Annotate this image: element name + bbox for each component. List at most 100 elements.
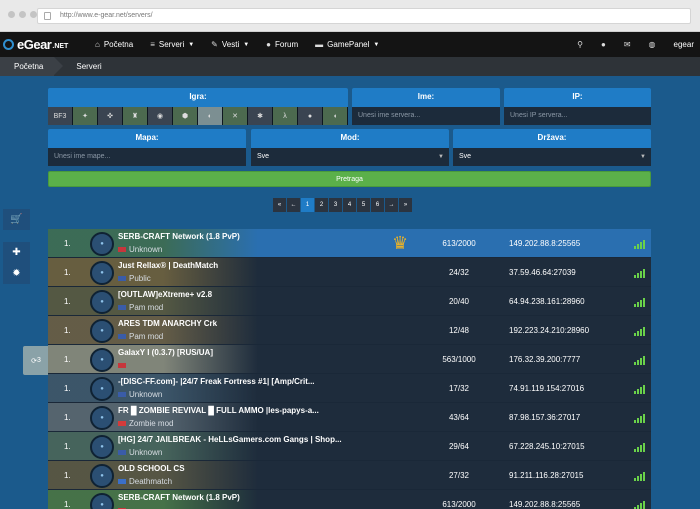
chevron-down-icon: ▼: [188, 41, 195, 48]
server-name[interactable]: Just Rellax® | DeathMatch: [118, 261, 218, 270]
search-button[interactable]: Pretraga: [48, 171, 651, 187]
server-name-input[interactable]: Unesi ime servera...: [352, 107, 500, 125]
server-ip[interactable]: 149.202.88.8:25565: [509, 500, 580, 509]
server-avatar: ●: [90, 319, 114, 343]
server-row[interactable]: 1. ● GalaxY I (0.3.7) [RUS/UA] 563/1000 …: [48, 345, 651, 374]
window-dot-icon[interactable]: [19, 11, 26, 18]
game-bf3-icon[interactable]: BF3: [48, 107, 73, 125]
server-name[interactable]: GalaxY I (0.3.7) [RUS/UA]: [118, 348, 213, 357]
main-navbar: eGear .NET ⌂ Početna ≡ Serveri ▼ ✎ Vesti…: [0, 32, 700, 57]
page-next-button[interactable]: →: [385, 198, 398, 212]
search-icon[interactable]: ⚲: [577, 40, 583, 49]
rank-change-tag: ⟳ 3: [23, 346, 49, 375]
nav-item-label: Vesti: [221, 40, 240, 49]
nav-item-home[interactable]: ⌂ Početna: [95, 40, 133, 49]
game-csgo-icon[interactable]: ✜: [98, 107, 123, 125]
server-name[interactable]: OLD SCHOOL CS: [118, 464, 185, 473]
game-cod2-icon[interactable]: ♜: [123, 107, 148, 125]
page-button[interactable]: 6: [371, 198, 384, 212]
window-dot-icon[interactable]: [8, 11, 15, 18]
server-ip[interactable]: 149.202.88.8:25565: [509, 239, 580, 248]
bug-icon: ✹: [12, 268, 21, 279]
server-ip[interactable]: 87.98.157.36:27017: [509, 413, 580, 422]
game-tf2-icon[interactable]: ✕: [223, 107, 248, 125]
game-cs-icon[interactable]: ✦: [73, 107, 98, 125]
user-name[interactable]: egear: [674, 40, 694, 49]
logo-wordmark: eGear: [17, 37, 52, 52]
server-row[interactable]: 1. ● OLD SCHOOL CS Deathmatch 27/32 91.2…: [48, 461, 651, 490]
ip-filter: IP: Unesi IP servera...: [504, 88, 651, 125]
server-row[interactable]: 1. ● SERB-CRAFT Network (1.8 PvP) 613/20…: [48, 490, 651, 509]
globe-icon[interactable]: ◍: [649, 40, 656, 49]
logo-suffix: .NET: [52, 42, 69, 50]
server-ip[interactable]: 37.59.46.64:27039: [509, 268, 576, 277]
nav-item-news[interactable]: ✎ Vesti ▼: [211, 40, 249, 49]
server-ip[interactable]: 64.94.238.161:28960: [509, 297, 585, 306]
server-row[interactable]: 1. ● SERB-CRAFT Network (1.8 PvP) Unknow…: [48, 229, 651, 258]
site-logo[interactable]: eGear .NET: [3, 37, 87, 52]
server-rank: 1.: [64, 383, 71, 393]
address-bar[interactable]: http://www.e-gear.net/servers/: [37, 8, 691, 24]
server-mod: Unknown: [118, 390, 162, 399]
game-css-icon[interactable]: ◉: [148, 107, 173, 125]
server-row[interactable]: 1. ● -[DISC-FF.com]- |24/7 Freak Fortres…: [48, 374, 651, 403]
game-gta-icon[interactable]: ⬢: [173, 107, 198, 125]
server-name[interactable]: ARES TDM ANARCHY Crk: [118, 319, 217, 328]
page-last-button[interactable]: »: [399, 198, 412, 212]
server-ip[interactable]: 67.228.245.10:27015: [509, 442, 585, 451]
nav-item-forum[interactable]: ● Forum: [266, 40, 298, 49]
server-row[interactable]: 1. ● [OUTLAW]eXtreme+ v2.8 Pam mod 20/40…: [48, 287, 651, 316]
mod-filter: Mod: Sve ▼: [251, 129, 449, 166]
game-hl-icon[interactable]: λ: [273, 107, 298, 125]
server-avatar: ●: [90, 464, 114, 488]
server-avatar: ●: [90, 377, 114, 401]
cart-button[interactable]: 🛒: [3, 209, 30, 230]
mod-select[interactable]: Sve ▼: [251, 148, 449, 166]
game-ts-icon[interactable]: ◖: [323, 107, 348, 125]
server-row[interactable]: 1. ● FR █ ZOMBIE REVIVAL █ FULL AMMO |le…: [48, 403, 651, 432]
window-dot-icon[interactable]: [30, 11, 37, 18]
user-icon[interactable]: ●: [601, 40, 606, 49]
server-rank: 1.: [64, 412, 71, 422]
server-players: 12/48: [448, 325, 470, 335]
nav-item-gamepanel[interactable]: ▬ GamePanel ▼: [315, 40, 379, 49]
server-row[interactable]: 1. ● [HG] 24/7 JAILBREAK - HeLLsGamers.c…: [48, 432, 651, 461]
server-row[interactable]: 1. ● ARES TDM ANARCHY Crk Pam mod 12/48 …: [48, 316, 651, 345]
server-name[interactable]: [OUTLAW]eXtreme+ v2.8: [118, 290, 212, 299]
nav-item-servers[interactable]: ≡ Serveri ▼: [150, 40, 194, 49]
country-flag-icon: [118, 276, 126, 282]
signal-icon: [634, 298, 645, 307]
game-mc-icon[interactable]: ◐: [198, 107, 223, 125]
map-name-input[interactable]: Unesi ime mape...: [48, 148, 246, 166]
server-row[interactable]: 1. ● Just Rellax® | DeathMatch Public 24…: [48, 258, 651, 287]
nav-item-label: Početna: [103, 40, 134, 49]
page-button[interactable]: 3: [329, 198, 342, 212]
page-button[interactable]: 4: [343, 198, 356, 212]
page-first-button[interactable]: «: [273, 198, 286, 212]
game-dod-icon[interactable]: ●: [298, 107, 323, 125]
report-bug-button[interactable]: ✹: [3, 263, 30, 284]
server-players: 43/64: [448, 412, 470, 422]
game-samp-icon[interactable]: ✱: [248, 107, 273, 125]
server-rank: 1.: [64, 325, 71, 335]
page-button[interactable]: 5: [357, 198, 370, 212]
server-ip[interactable]: 74.91.119.154:27016: [509, 384, 584, 393]
page-button[interactable]: 1: [301, 198, 314, 212]
add-server-button[interactable]: ✚: [3, 242, 30, 263]
crown-icon: ♛: [392, 233, 409, 253]
server-name[interactable]: -[DISC-FF.com]- |24/7 Freak Fortress #1|…: [118, 377, 315, 386]
server-ip[interactable]: 91.211.116.28:27015: [509, 471, 583, 480]
breadcrumb-home[interactable]: Početna: [0, 57, 64, 76]
server-name[interactable]: SERB-CRAFT Network (1.8 PvP): [118, 493, 240, 502]
server-name[interactable]: SERB-CRAFT Network (1.8 PvP): [118, 232, 240, 241]
server-ip[interactable]: 176.32.39.200:7777: [509, 355, 580, 364]
server-ip[interactable]: 192.223.24.210:28960: [509, 326, 589, 335]
country-select[interactable]: Sve ▼: [453, 148, 651, 166]
server-name[interactable]: FR █ ZOMBIE REVIVAL █ FULL AMMO |les-pap…: [118, 406, 319, 415]
page-button[interactable]: 2: [315, 198, 328, 212]
server-ip-input[interactable]: Unesi IP servera...: [504, 107, 651, 125]
page-prev-button[interactable]: ←: [287, 198, 300, 212]
country-flag-icon: [118, 247, 126, 253]
mail-icon[interactable]: ✉: [624, 40, 631, 49]
server-name[interactable]: [HG] 24/7 JAILBREAK - HeLLsGamers.com Ga…: [118, 435, 342, 444]
